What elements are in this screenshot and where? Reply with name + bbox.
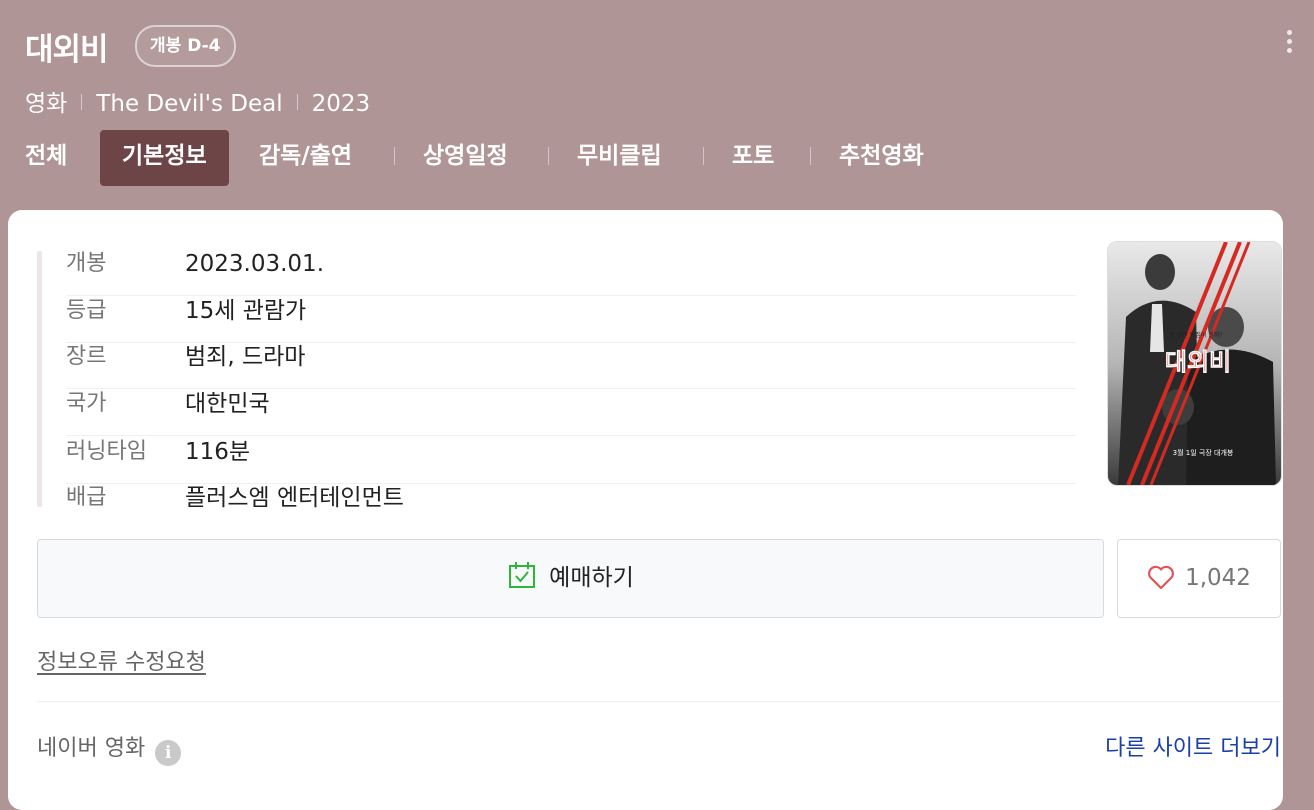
row-divider bbox=[66, 388, 1076, 389]
tab-divider bbox=[394, 147, 395, 165]
release-dday-badge: 개봉 D-4 bbox=[135, 25, 236, 67]
tab-divider bbox=[703, 147, 704, 165]
info-value: 범죄, 드라마 bbox=[185, 344, 306, 370]
meta-english-title: The Devil's Deal bbox=[96, 91, 283, 117]
tab-movie-clip[interactable]: 무비클립 bbox=[577, 130, 662, 186]
info-row-rating: 등급 15세 관람가 bbox=[66, 297, 1076, 343]
tab-schedule[interactable]: 상영일정 bbox=[423, 130, 508, 186]
info-label: 장르 bbox=[66, 344, 107, 369]
movie-title: 대외비 bbox=[25, 32, 109, 68]
info-value: 2023.03.01. bbox=[185, 251, 324, 277]
movie-poster[interactable]: 한 판만 뒤집어 볼까? 대외비 3월 1일 극장 대개봉 bbox=[1107, 241, 1282, 486]
info-label: 등급 bbox=[66, 298, 107, 323]
info-value: 116분 bbox=[185, 439, 251, 465]
row-divider bbox=[66, 295, 1076, 296]
tab-photo[interactable]: 포토 bbox=[732, 130, 774, 186]
more-vertical-icon[interactable] bbox=[1283, 30, 1295, 60]
info-value: 대한민국 bbox=[185, 391, 270, 417]
tab-all[interactable]: 전체 bbox=[25, 130, 67, 186]
info-label: 러닝타임 bbox=[66, 439, 147, 464]
reserve-button[interactable]: 예매하기 bbox=[37, 539, 1104, 618]
poster-image: 한 판만 뒤집어 볼까? 대외비 3월 1일 극장 대개봉 bbox=[1108, 242, 1281, 485]
info-label: 배급 bbox=[66, 485, 107, 510]
calendar-check-icon bbox=[507, 545, 537, 622]
tab-divider bbox=[548, 147, 549, 165]
info-row-genre: 장르 범죄, 드라마 bbox=[66, 343, 1076, 389]
like-count: 1,042 bbox=[1185, 565, 1251, 591]
info-value: 플러스엠 엔터테인먼트 bbox=[185, 485, 404, 511]
info-icon[interactable]: i bbox=[155, 740, 182, 766]
tab-basic-info[interactable]: 기본정보 bbox=[100, 130, 229, 186]
tab-director-cast[interactable]: 감독/출연 bbox=[259, 130, 352, 186]
row-divider bbox=[66, 435, 1076, 436]
movie-meta: 영화 The Devil's Deal 2023 bbox=[25, 84, 370, 118]
meta-divider bbox=[296, 94, 298, 110]
footer-divider bbox=[37, 701, 1281, 702]
more-sites-link[interactable]: 다른 사이트 더보기 bbox=[1105, 730, 1281, 762]
reserve-label: 예매하기 bbox=[549, 565, 634, 591]
info-label: 개봉 bbox=[66, 251, 107, 276]
meta-category: 영화 bbox=[25, 91, 68, 117]
info-row-release: 개봉 2023.03.01. bbox=[66, 250, 1076, 296]
report-error-link[interactable]: 정보오류 수정요청 bbox=[37, 644, 206, 676]
poster-tagline: 한 판만 뒤집어 볼까? bbox=[1169, 331, 1222, 339]
basic-info-card: 개봉 2023.03.01. 등급 15세 관람가 장르 범죄, 드라마 국가 … bbox=[8, 210, 1283, 810]
like-button[interactable]: 1,042 bbox=[1117, 539, 1281, 618]
source-label: 네이버 영화 i bbox=[37, 730, 182, 766]
movie-header: 대외비 개봉 D-4 영화 The Devil's Deal 2023 전체 기본정… bbox=[0, 0, 1314, 210]
source-name: 네이버 영화 bbox=[37, 736, 146, 761]
tab-recommended[interactable]: 추천영화 bbox=[839, 130, 924, 186]
info-value: 15세 관람가 bbox=[185, 298, 307, 324]
info-accent-bar bbox=[37, 251, 42, 507]
poster-title: 대외비 bbox=[1165, 348, 1231, 376]
tab-divider bbox=[810, 147, 811, 165]
meta-divider bbox=[81, 94, 83, 110]
info-row-running-time: 러닝타임 116분 bbox=[66, 438, 1076, 484]
info-row-distributor: 배급 플러스엠 엔터테인먼트 bbox=[66, 484, 1076, 530]
info-label: 국가 bbox=[66, 391, 107, 416]
meta-year: 2023 bbox=[311, 91, 371, 117]
heart-icon bbox=[1147, 545, 1175, 622]
poster-release-text: 3월 1일 극장 대개봉 bbox=[1173, 448, 1234, 457]
info-row-country: 국가 대한민국 bbox=[66, 390, 1076, 436]
tab-bar: 전체 기본정보 감독/출연 상영일정 무비클립 포토 추천영화 bbox=[0, 130, 1314, 186]
